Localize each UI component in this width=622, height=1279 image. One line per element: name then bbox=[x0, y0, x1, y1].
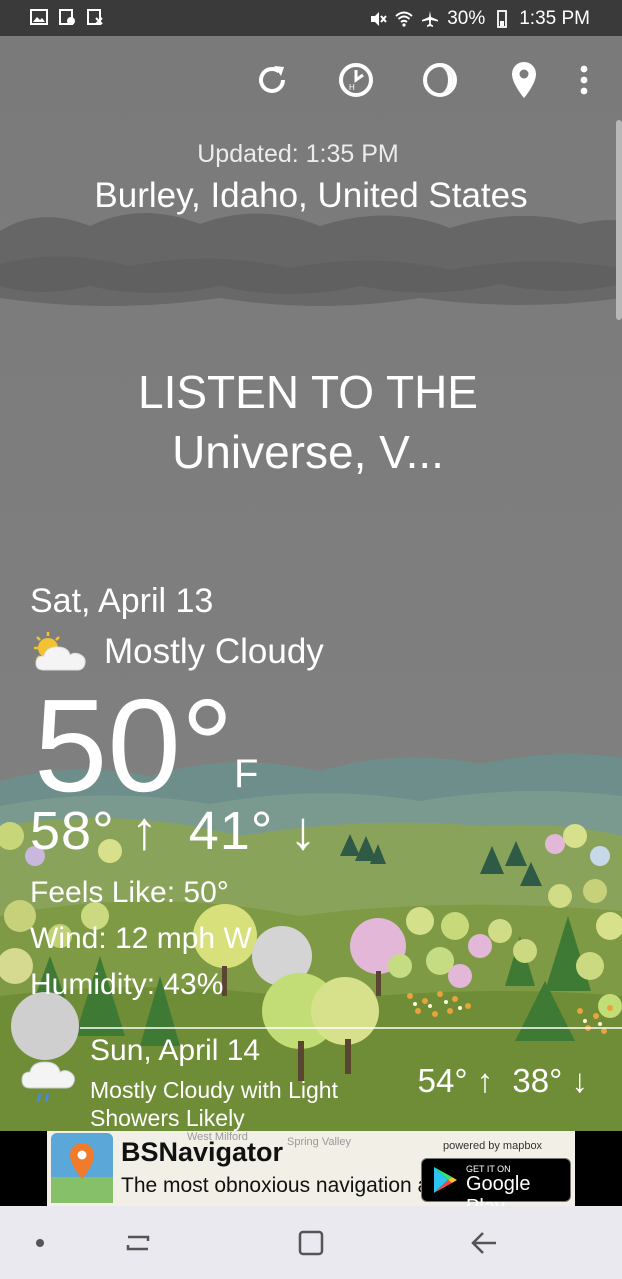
headline[interactable]: LISTEN TO THE Universe, V... bbox=[0, 362, 616, 482]
screenshot-icon bbox=[59, 9, 75, 25]
low-temperature: 41° bbox=[188, 801, 274, 861]
high-temperature: 58° bbox=[30, 801, 115, 861]
location-name[interactable]: Burley, Idaho, United States bbox=[0, 176, 622, 216]
arrow-up-icon: ↑ bbox=[476, 1062, 494, 1099]
more-vert-icon bbox=[580, 65, 588, 95]
home-button[interactable] bbox=[291, 1226, 331, 1260]
svg-text:H: H bbox=[349, 83, 355, 92]
wind: Wind: 12 mph W bbox=[30, 922, 252, 955]
headline-line-2: Universe, V... bbox=[172, 426, 444, 478]
history-button[interactable]: H bbox=[314, 58, 398, 102]
status-time: 1:35 PM bbox=[519, 8, 590, 29]
play-store-icon bbox=[434, 1167, 457, 1193]
moon-phase-button[interactable] bbox=[398, 58, 482, 102]
current-temperature: 50° bbox=[34, 672, 234, 819]
current-condition: Mostly Cloudy bbox=[104, 632, 324, 671]
high-low: 58° ↑ 41° ↓ bbox=[30, 800, 317, 862]
arrow-down-icon: ↓ bbox=[289, 801, 318, 861]
wifi-icon bbox=[395, 11, 413, 27]
cloud-rain-icon bbox=[21, 1061, 75, 1103]
ad-subtitle: The most obnoxious navigation app. bbox=[121, 1174, 459, 1197]
app-notification-icon bbox=[87, 9, 103, 25]
history-icon: H bbox=[339, 63, 373, 97]
google-play-badge[interactable]: GET IT ON Google Play bbox=[421, 1158, 571, 1206]
home-icon bbox=[298, 1230, 324, 1256]
gallery-icon bbox=[30, 9, 48, 25]
recents-button[interactable] bbox=[118, 1226, 158, 1260]
navigation-bar bbox=[0, 1206, 622, 1279]
back-icon bbox=[471, 1232, 496, 1254]
partly-cloudy-icon bbox=[34, 632, 86, 671]
ad-content[interactable]: West Milford Spring Valley BSNavigator T… bbox=[47, 1131, 575, 1206]
divider bbox=[80, 1027, 622, 1029]
toolbar: H bbox=[230, 58, 602, 102]
forecast-high-low: 54° ↑ 38° ↓ bbox=[418, 1062, 588, 1100]
arrow-down-icon: ↓ bbox=[571, 1062, 589, 1099]
humidity: Humidity: 43% bbox=[30, 968, 224, 1001]
app-logo-icon bbox=[51, 1133, 113, 1203]
dot-icon bbox=[36, 1239, 44, 1247]
store-name: Google Play bbox=[466, 1173, 531, 1206]
forecast-high: 54° bbox=[417, 1062, 468, 1099]
recents-icon bbox=[126, 1235, 150, 1251]
mute-icon bbox=[371, 12, 387, 26]
back-button[interactable] bbox=[464, 1226, 504, 1260]
map-label: Spring Valley bbox=[287, 1136, 351, 1148]
ad-title: BSNavigator bbox=[121, 1137, 284, 1167]
forecast-day[interactable]: Sun, April 14 bbox=[90, 1034, 260, 1068]
battery-percent: 30% bbox=[447, 8, 486, 29]
moon-phase-icon bbox=[423, 63, 457, 97]
nav-dot-button[interactable] bbox=[20, 1226, 60, 1260]
current-date: Sat, April 13 bbox=[30, 582, 214, 620]
battery-icon bbox=[497, 10, 508, 28]
powered-by-mapbox: powered by mapbox bbox=[443, 1140, 543, 1152]
scrollbar[interactable] bbox=[616, 120, 622, 320]
updated-time: Updated: 1:35 PM bbox=[197, 140, 399, 168]
arrow-up-icon: ↑ bbox=[130, 801, 159, 861]
status-bar: 30% 1:35 PM bbox=[0, 0, 622, 36]
current-condition-row: Mostly Cloudy bbox=[30, 630, 324, 674]
ad-banner[interactable]: West Milford Spring Valley BSNavigator T… bbox=[0, 1131, 622, 1206]
headline-line-1: LISTEN TO THE bbox=[138, 366, 478, 418]
location-button[interactable] bbox=[482, 58, 566, 102]
location-pin-icon bbox=[512, 62, 536, 98]
weather-scene: H Updated: 1:35 PM Burley, Idaho, United… bbox=[0, 36, 622, 1131]
forecast-low: 38° bbox=[512, 1062, 563, 1099]
airplane-icon bbox=[422, 11, 439, 27]
feels-like: Feels Like: 50° bbox=[30, 876, 229, 909]
refresh-button[interactable] bbox=[230, 58, 314, 102]
refresh-icon bbox=[259, 66, 285, 93]
temperature-unit[interactable]: F bbox=[234, 752, 258, 797]
forecast-icon-wrap bbox=[18, 1054, 78, 1119]
forecast-condition: Mostly Cloudy with Light Showers Likely bbox=[90, 1077, 338, 1131]
more-options-button[interactable] bbox=[566, 58, 602, 102]
